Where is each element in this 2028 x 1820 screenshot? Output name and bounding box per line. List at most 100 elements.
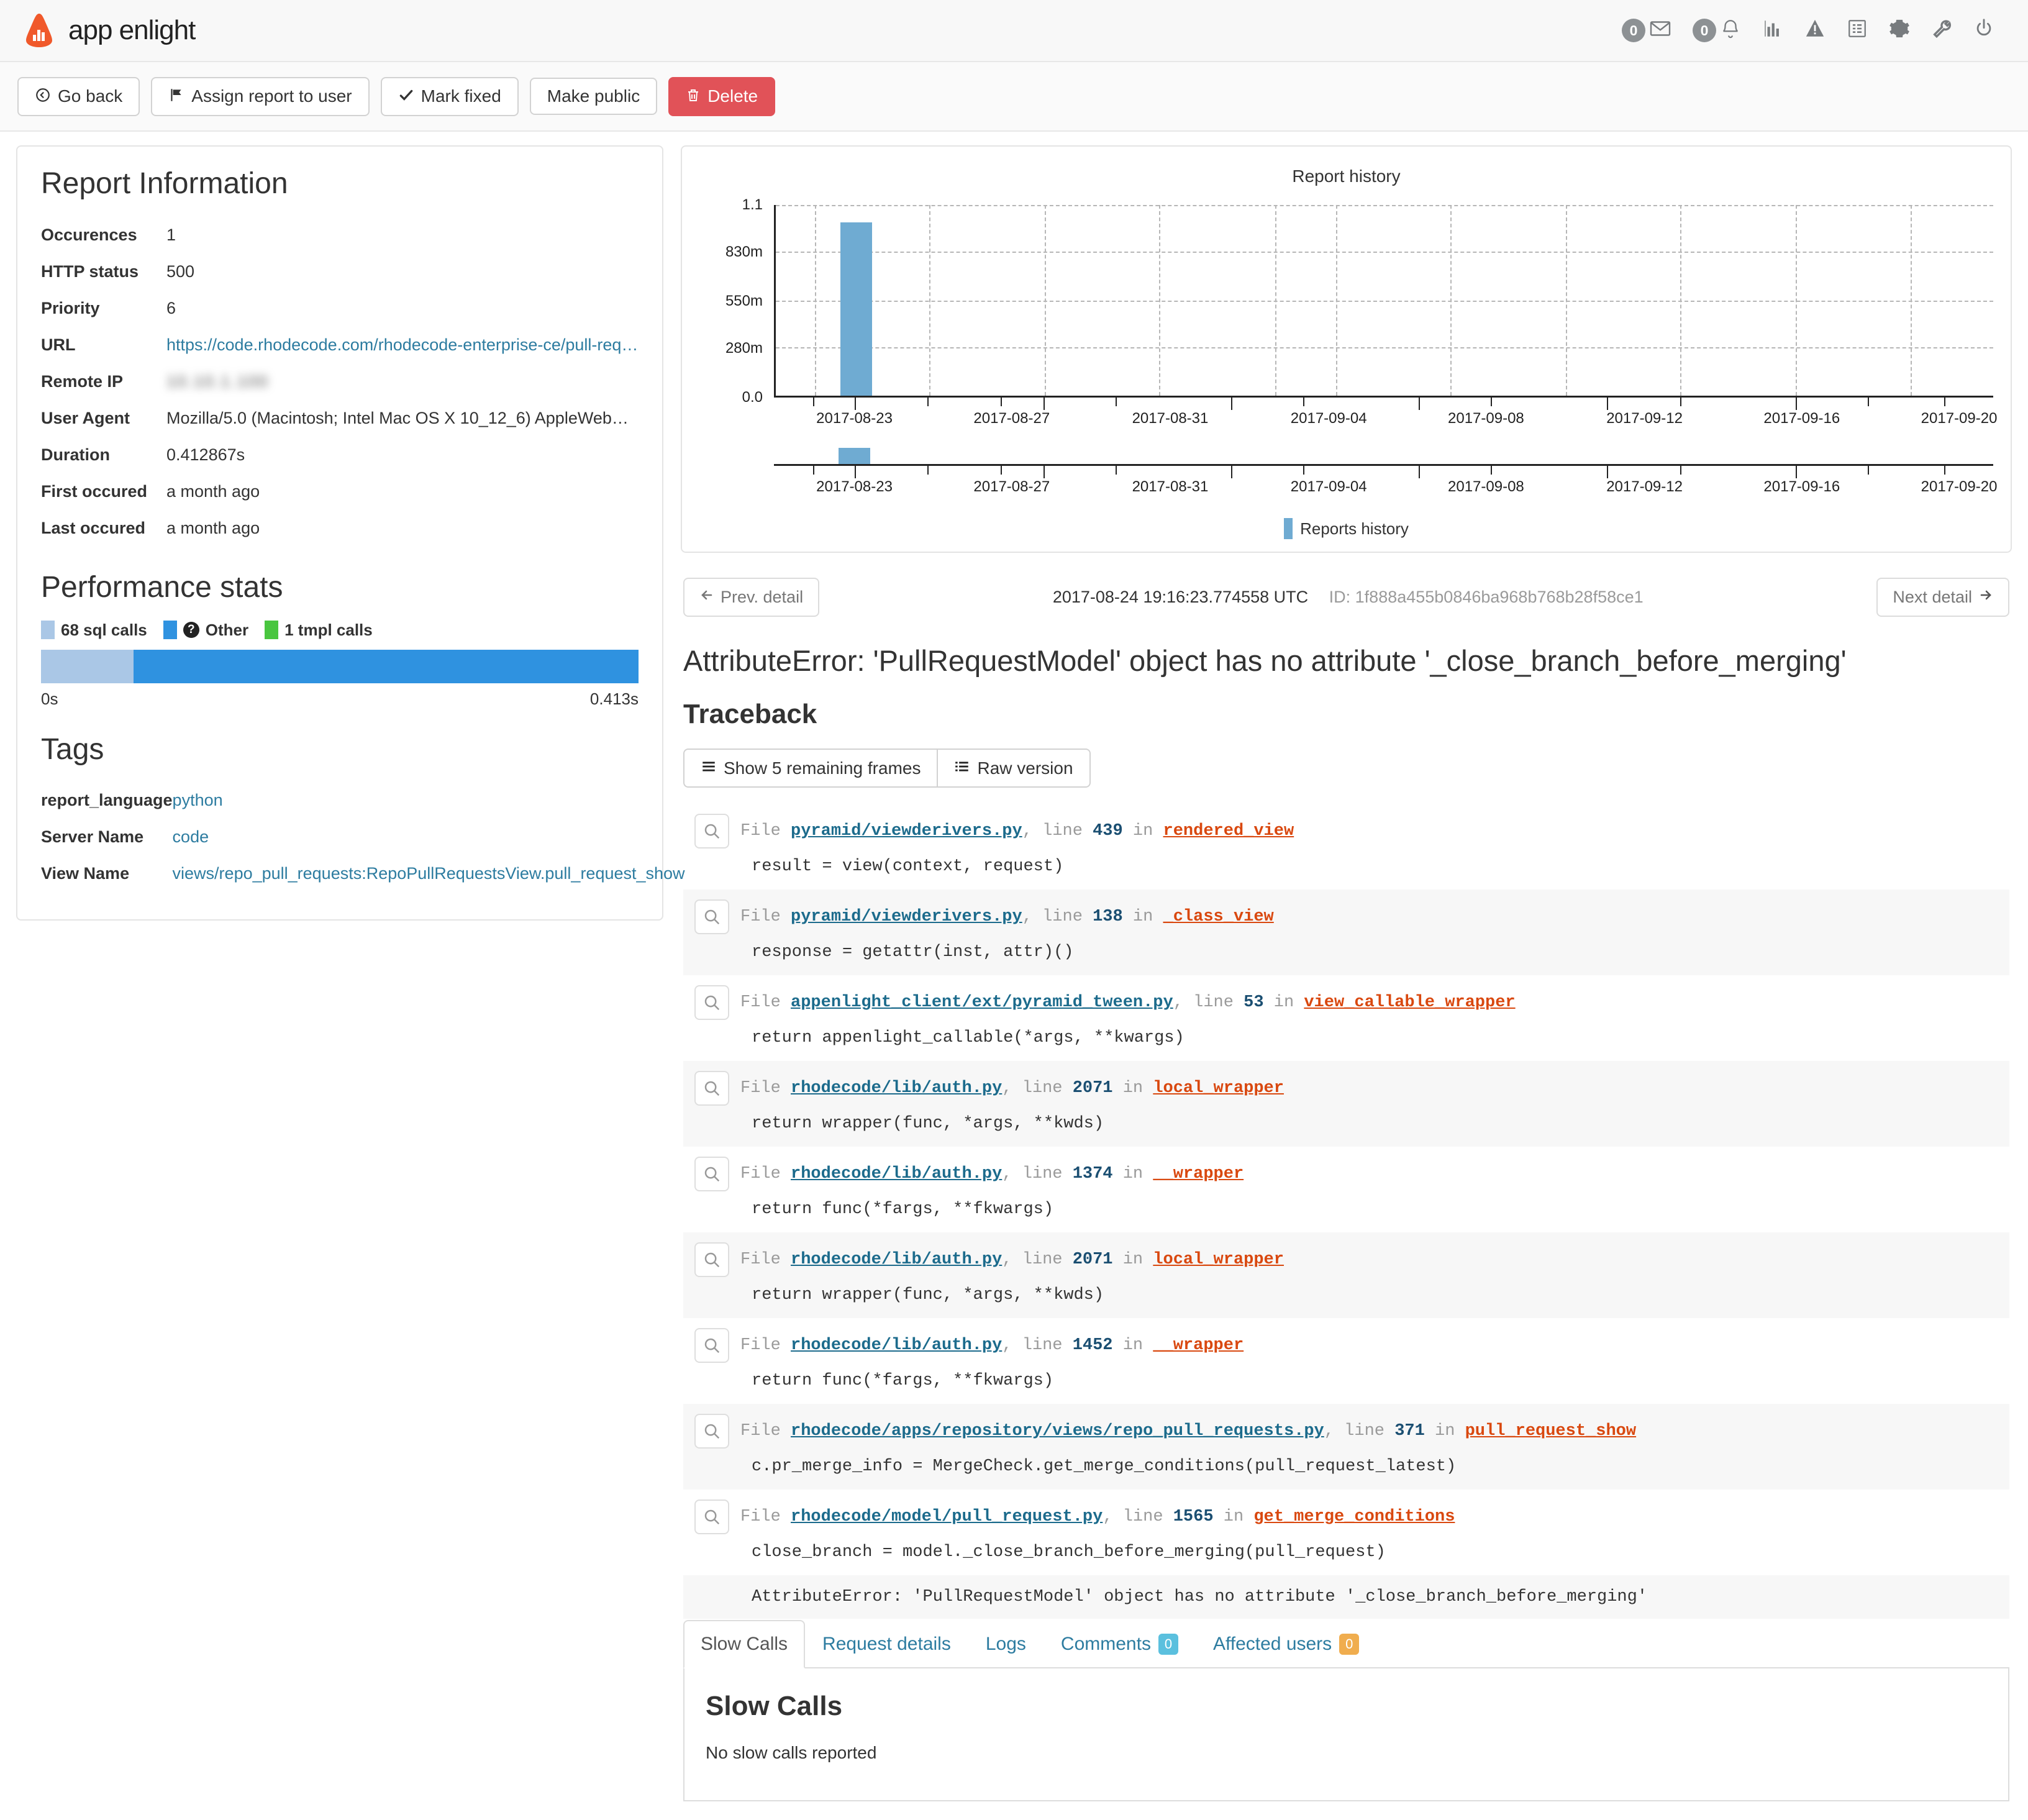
x-tick-label: 2017-09-16: [1763, 410, 1840, 427]
report-detail-tabs: Slow Calls Request details Logs Comments…: [683, 1619, 2009, 1669]
magnifier-icon[interactable]: [694, 1242, 729, 1278]
show-remaining-frames-button[interactable]: Show 5 remaining frames: [683, 748, 937, 788]
y-tick-label: 830m: [725, 243, 763, 260]
messages-count-badge: 0: [1622, 19, 1645, 42]
magnifier-icon[interactable]: [694, 985, 729, 1021]
delete-button[interactable]: Delete: [668, 76, 776, 116]
magnifier-icon[interactable]: [694, 1071, 729, 1106]
tab-request-details[interactable]: Request details: [805, 1620, 968, 1668]
check-icon: [398, 87, 414, 106]
table-row: Remote IP 10.10.1.100: [41, 363, 639, 400]
tab-slow-calls[interactable]: Slow Calls: [683, 1620, 806, 1669]
dashboard-button[interactable]: [1762, 18, 1783, 43]
grid-line: [1450, 205, 1452, 396]
tools-button[interactable]: [1931, 18, 1952, 43]
brand-logo-link[interactable]: app enlight: [21, 12, 196, 48]
assign-report-button[interactable]: Assign report to user: [151, 76, 370, 116]
frame-location: File pyramid/viewderivers.py, line 439 i…: [740, 822, 1294, 841]
comments-count-badge: 0: [1158, 1634, 1178, 1655]
page-content: Report Information Occurences 1 HTTP sta…: [0, 132, 2028, 1820]
chart-x-axis-labels: 2017-08-23 2017-08-27 2017-08-31 2017-09…: [774, 407, 1997, 432]
frame-location: File rhodecode/apps/repository/views/rep…: [740, 1422, 1637, 1441]
x-tick-label: 2017-09-12: [1606, 478, 1683, 495]
messages-button[interactable]: 0: [1622, 17, 1671, 44]
go-back-button[interactable]: Go back: [17, 76, 140, 116]
tag-value-view-name[interactable]: views/repo_pull_requests:RepoPullRequest…: [173, 864, 685, 883]
legend-item-tmpl: 1 tmpl calls: [265, 621, 373, 640]
tab-affected-users[interactable]: Affected users 0: [1196, 1620, 1376, 1668]
frame-source: response = getattr(inst, attr)(): [752, 943, 1074, 962]
x-tick: [1491, 398, 1493, 406]
x-tick-label: 2017-09-16: [1763, 478, 1840, 495]
row-value: 10.10.1.100: [166, 363, 639, 400]
magnifier-icon[interactable]: [694, 1157, 729, 1192]
errors-button[interactable]: [1804, 18, 1826, 43]
top-icon-group: 0 0: [1622, 17, 2007, 44]
make-public-label: Make public: [547, 86, 640, 106]
report-information-table: Occurences 1 HTTP status 500 Priority 6 …: [41, 217, 639, 547]
frame-location: File rhodecode/lib/auth.py, line 1452 in…: [740, 1336, 1244, 1355]
detail-id: ID: 1f888a455b0846ba968b768b28f58ce1: [1329, 588, 1644, 606]
tag-value-server-name[interactable]: code: [173, 827, 209, 846]
x-tick: [1303, 398, 1304, 406]
show-remaining-frames-label: Show 5 remaining frames: [724, 758, 921, 778]
x-tick-label: 2017-08-27: [973, 410, 1050, 427]
grid-line: [1566, 205, 1568, 396]
chart-legend[interactable]: Reports history: [699, 518, 1993, 539]
next-detail-button[interactable]: Next detail: [1876, 578, 2009, 617]
arrow-right-icon: [1978, 588, 1993, 607]
traceback-frame: File rhodecode/lib/auth.py, line 2071 in…: [683, 1061, 2009, 1147]
frame-source: return wrapper(func, *args, **kwds): [752, 1286, 1104, 1305]
magnifier-icon[interactable]: [694, 899, 729, 935]
x-tick-label: 2017-09-12: [1606, 410, 1683, 427]
detail-navigation-row: Prev. detail 2017-08-24 19:16:23.774558 …: [683, 578, 2009, 617]
magnifier-icon[interactable]: [694, 1328, 729, 1363]
chart-title: Report history: [1292, 166, 1401, 186]
logs-button[interactable]: [1847, 18, 1868, 43]
magnifier-icon[interactable]: [694, 814, 729, 849]
settings-button[interactable]: [1889, 18, 1910, 43]
legend-item-sql: 68 sql calls: [41, 621, 147, 640]
notifications-button[interactable]: 0: [1693, 17, 1741, 44]
performance-bar: [41, 649, 639, 683]
next-detail-label: Next detail: [1893, 588, 1972, 606]
table-row: Priority 6: [41, 290, 639, 327]
make-public-button[interactable]: Make public: [529, 78, 658, 115]
x-tick: [1867, 398, 1869, 406]
performance-time-range: 0s 0.413s: [41, 689, 639, 709]
navigator-x-ticks: [774, 466, 1993, 478]
tag-value-report-language[interactable]: python: [173, 791, 223, 809]
chart-navigator[interactable]: 2017-08-23 2017-08-27 2017-08-31 2017-09…: [699, 437, 1997, 501]
row-label: Priority: [41, 298, 100, 317]
x-tick: [1680, 398, 1681, 406]
prev-detail-button[interactable]: Prev. detail: [683, 578, 820, 617]
magnifier-icon[interactable]: [694, 1499, 729, 1535]
grid-line: [776, 205, 1993, 206]
question-mark-icon: ?: [183, 622, 199, 639]
mark-fixed-button[interactable]: Mark fixed: [380, 76, 519, 116]
row-label: Duration: [41, 445, 110, 464]
grid-line: [776, 252, 1993, 253]
logout-button[interactable]: [1973, 18, 1994, 43]
frame-location: File rhodecode/lib/auth.py, line 2071 in…: [740, 1079, 1284, 1098]
chart-plot-area: [774, 205, 1993, 398]
traceback-frames: File pyramid/viewderivers.py, line 439 i…: [683, 804, 2009, 1619]
x-tick: [812, 398, 814, 406]
chart-bar[interactable]: [840, 222, 872, 396]
traceback-frame: File appenlight_client/ext/pyramid_tween…: [683, 975, 2009, 1061]
report-url-link[interactable]: https://code.rhodecode.com/rhodecode-ent…: [166, 335, 639, 355]
row-label: First occured: [41, 481, 148, 501]
raw-version-button[interactable]: Raw version: [937, 748, 1091, 788]
affected-users-count-badge: 0: [1339, 1634, 1360, 1655]
table-row: HTTP status 500: [41, 253, 639, 290]
report-actions-toolbar: Go back Assign report to user Mark fixed…: [0, 62, 2028, 132]
traceback-frame: File rhodecode/lib/auth.py, line 2071 in…: [683, 1232, 2009, 1319]
x-tick-label: 2017-09-20: [1921, 410, 1998, 427]
mark-fixed-label: Mark fixed: [421, 86, 501, 106]
row-value: 1: [166, 225, 176, 244]
magnifier-icon[interactable]: [694, 1414, 729, 1449]
tab-logs[interactable]: Logs: [968, 1620, 1044, 1668]
chart-x-ticks: [774, 398, 1993, 410]
tab-comments[interactable]: Comments 0: [1044, 1620, 1196, 1668]
table-row: First occured a month ago: [41, 473, 639, 510]
